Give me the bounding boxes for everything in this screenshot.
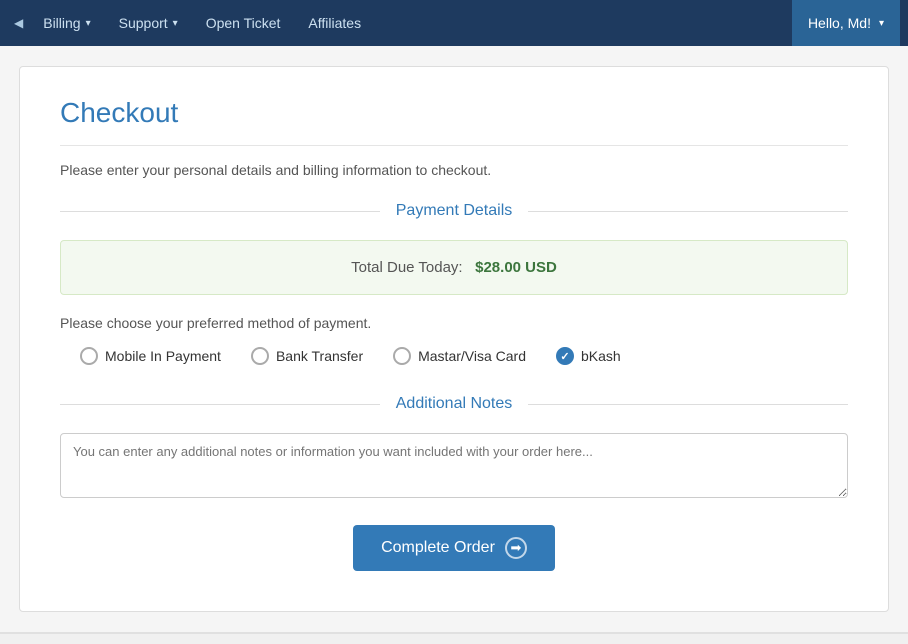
complete-order-arrow-icon: ➡ (505, 537, 527, 559)
payment-option-bkash[interactable]: bKash (556, 347, 621, 365)
nav-billing[interactable]: Billing ▾ (29, 0, 104, 46)
additional-notes-input[interactable] (60, 433, 848, 498)
radio-bank[interactable] (251, 347, 269, 365)
nav-open-ticket[interactable]: Open Ticket (192, 0, 295, 46)
radio-mobile[interactable] (80, 347, 98, 365)
payment-option-card-label: Mastar/Visa Card (418, 348, 526, 364)
complete-order-button[interactable]: Complete Order ➡ (353, 525, 555, 571)
checkout-subtitle: Please enter your personal details and b… (60, 162, 848, 178)
payment-option-mobile[interactable]: Mobile In Payment (80, 347, 221, 365)
radio-bkash[interactable] (556, 347, 574, 365)
payment-method-prompt: Please choose your preferred method of p… (60, 315, 848, 331)
user-dropdown-icon: ▾ (879, 18, 884, 29)
payment-details-title: Payment Details (380, 202, 529, 220)
payment-option-card[interactable]: Mastar/Visa Card (393, 347, 526, 365)
nav-affiliates[interactable]: Affiliates (294, 0, 375, 46)
payment-option-bank[interactable]: Bank Transfer (251, 347, 363, 365)
payment-option-bank-label: Bank Transfer (276, 348, 363, 364)
support-dropdown-icon: ▾ (173, 18, 178, 29)
additional-notes-header: Additional Notes (60, 395, 848, 413)
checkout-container: Checkout Please enter your personal deta… (19, 66, 889, 612)
nav-support[interactable]: Support ▾ (105, 0, 192, 46)
nav-user-menu[interactable]: Hello, Md! ▾ (792, 0, 900, 46)
nav-left-arrow-icon[interactable]: ◀ (8, 16, 29, 30)
payment-details-header: Payment Details (60, 202, 848, 220)
bottom-bar (0, 632, 908, 644)
billing-dropdown-icon: ▾ (86, 18, 91, 29)
additional-notes-title: Additional Notes (380, 395, 529, 413)
navbar: ◀ Billing ▾ Support ▾ Open Ticket Affili… (0, 0, 908, 46)
total-due-box: Total Due Today: $28.00 USD (60, 240, 848, 295)
payment-options-group: Mobile In Payment Bank Transfer Mastar/V… (60, 347, 848, 365)
payment-option-bkash-label: bKash (581, 348, 621, 364)
radio-card[interactable] (393, 347, 411, 365)
complete-order-container: Complete Order ➡ (60, 525, 848, 571)
complete-order-label: Complete Order (381, 539, 495, 557)
payment-option-mobile-label: Mobile In Payment (105, 348, 221, 364)
total-label: Total Due Today: (351, 259, 462, 276)
page-title: Checkout (60, 97, 848, 129)
total-amount: $28.00 USD (475, 259, 557, 276)
title-divider (60, 145, 848, 146)
